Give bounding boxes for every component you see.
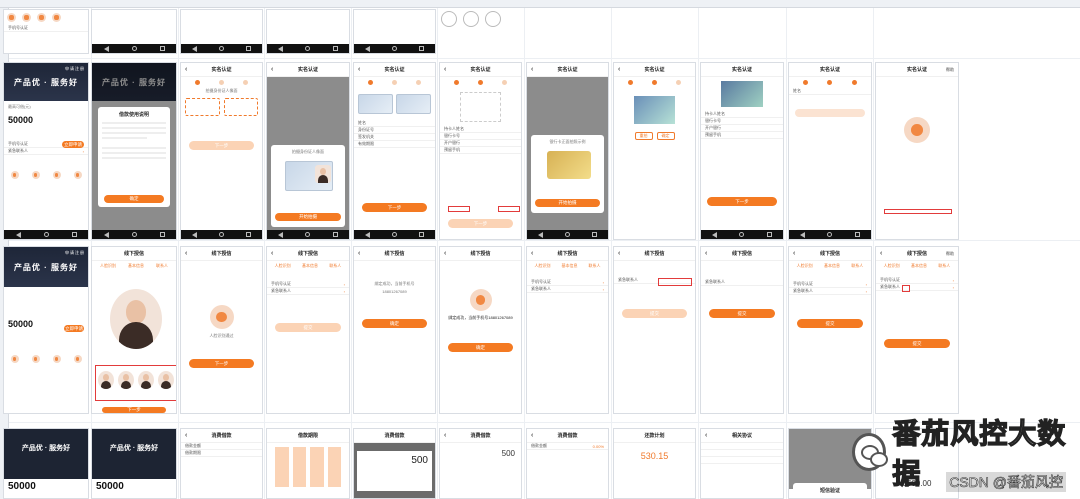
verify-upload-screen: ‹ 实名认证 拍摄身份证人像面 下一步 — [180, 62, 263, 240]
top-partial-5 — [353, 9, 436, 54]
verify-result-screen: 实名认证 帮助 — [875, 62, 959, 240]
offline-submit[interactable]: 提交 — [797, 319, 863, 328]
home-amount: 50000 — [8, 115, 34, 125]
notice-confirm-button[interactable]: 确定 — [104, 195, 164, 203]
face-next-button[interactable]: 下一步 — [102, 407, 166, 413]
phone-verify-screen: ‹ 线下授信 绑定成功，当前手机号 18801267089 确定 — [353, 246, 436, 414]
loan-period-screen: 借款期限 — [266, 428, 350, 499]
home-banner: 申请注册 产品优 · 服务好 — [4, 63, 88, 101]
contact-screen: ‹ 线下授信 紧急联系人 提交 — [613, 246, 696, 414]
bind-confirm[interactable]: 确定 — [448, 343, 513, 352]
top-partial-home: 手机号认证 — [3, 9, 89, 54]
loan-amount-2: ‹ 消费借款 500 — [439, 428, 522, 499]
top-partial-3 — [180, 9, 263, 54]
wechat-watermark: 番茄风控大数据 — [852, 417, 1072, 490]
offline-final-submit[interactable]: 提交 — [884, 339, 950, 348]
notice-modal: 借款使用说明 确定 — [98, 107, 170, 207]
bank-next-button[interactable]: 下一步 — [448, 219, 513, 228]
csdn-watermark: CSDN @番茄风控 — [946, 472, 1066, 492]
bank-upload-screen: ‹ 实名认证 持卡人姓名 银行卡号 开户银行 预留手机 下一步 — [439, 62, 522, 240]
top-partial-6 — [439, 9, 522, 54]
wechat-icon — [852, 433, 889, 471]
basic-submit[interactable]: 提交 — [275, 323, 341, 332]
start-shoot-button[interactable]: 开始拍摄 — [275, 213, 341, 221]
shoot-modal: 拍摄身份证人像面 开始拍摄 — [271, 145, 345, 227]
apply-button-2[interactable]: 立即申请 — [64, 325, 84, 332]
basic-info-2: ‹ 线下授信 人脸识别 基本信息 联系人 手机号认证 › 紧急联系人 › — [526, 246, 609, 414]
top-partial-2 — [91, 9, 177, 54]
loan-amount-screen: 消费借款 500 — [353, 428, 436, 499]
home-screen-4: 产品优 · 服务好 50000 — [91, 428, 177, 499]
face-pass-next[interactable]: 下一步 — [189, 359, 254, 368]
contact-filled-screen: ‹ 线下授信 紧急联系人 提交 — [700, 246, 784, 414]
home-screen: 申请注册产品优 · 服务好 最高可借(元) 50000 立即申请 手机号认证› … — [3, 62, 89, 240]
verify-retake-screen: ‹ 实名认证 重拍 确定 — [613, 62, 696, 240]
bank-modal: 银行卡正面拍照示例 开始拍摄 — [531, 135, 604, 213]
confirm-photo-button[interactable]: 确定 — [656, 132, 675, 140]
verify-loading-screen: 实名认证 姓名 — [788, 62, 872, 240]
id-next-button[interactable]: 下一步 — [362, 203, 427, 212]
verify-next-button[interactable]: 下一步 — [189, 141, 254, 150]
plan-screen: 还款计划 530.15 — [613, 428, 696, 499]
column-ruler — [0, 0, 1080, 8]
verify-id-filled-screen: ‹ 实名认证 姓名 身份证号 签发机关 有效期限 下一步 — [353, 62, 436, 240]
offline-submit-screen: ‹ 线下授信 帮助 人脸识别 基本信息 联系人 手机号认证 › 紧急联系人 › 提交 — [875, 246, 959, 414]
retake-button[interactable]: 重拍 — [634, 132, 653, 140]
face-screen: 线下授信 人脸识别 基本信息 联系人 下一步 — [91, 246, 177, 414]
phone-confirm[interactable]: 确定 — [362, 319, 427, 328]
verify-shoot-screen: ‹ 实名认证 拍摄身份证人像面 开始拍摄 — [266, 62, 350, 240]
loan-screen: ‹ 消费借款 借款金额 借款期限 — [180, 428, 263, 499]
contact-filled-submit[interactable]: 提交 — [709, 309, 775, 318]
notice-screen: 产品优 · 服务好 借款使用说明 确定 — [91, 62, 177, 240]
offline-info-screen: ‹ 线下授信 人脸识别 基本信息 联系人 手机号认证 › 紧急联系人 › 提交 — [788, 246, 872, 414]
screenshot-board: 手机号认证 申请注册 产品优 · 服务好 最高可借(元) 50000 立即申请 手… — [0, 0, 1080, 499]
loan-confirm-screen: ‹ 消费借款 借款金额 0.00% — [526, 428, 609, 499]
face-pass-screen: ‹ 线下授信 人脸识别通过 下一步 — [180, 246, 263, 414]
bank-start-button[interactable]: 开始拍摄 — [535, 199, 600, 207]
bank-filled-next[interactable]: 下一步 — [707, 197, 777, 206]
contact-submit[interactable]: 提交 — [622, 309, 687, 318]
bind-success-screen: ‹ 线下授信 绑定成功，当前手机号18801267089 确定 — [439, 246, 522, 414]
top-partial-4 — [266, 9, 350, 54]
apply-button[interactable]: 立即申请 — [62, 141, 84, 148]
home-screen-3: 产品优 · 服务好 50000 — [3, 428, 89, 499]
bank-filled-screen: 实名认证 持卡人姓名 银行卡号 开户银行 预留手机 下一步 — [700, 62, 784, 240]
home-screen-2: 申请注册 产品优 · 服务好 50000 立即申请 — [3, 246, 89, 414]
bank-shoot-screen: ‹ 实名认证 银行卡正面拍照示例 开始拍摄 — [526, 62, 609, 240]
protocol-screen: ‹ 相关协议 — [700, 428, 784, 499]
basic-info-screen: ‹ 线下授信 人脸识别 基本信息 联系人 手机号认证 › 紧急联系人 › 提交 — [266, 246, 350, 414]
